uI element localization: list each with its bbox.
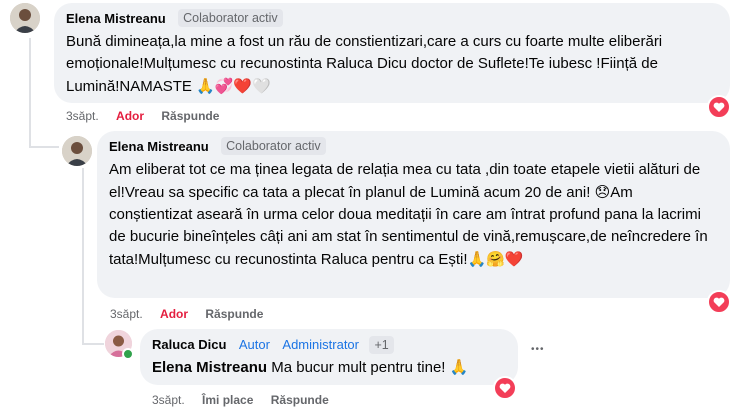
avatar[interactable] [62, 136, 92, 166]
author-badge: Autor [238, 337, 270, 352]
comment-emojis: 🙏 [449, 358, 469, 376]
like-button[interactable]: Îmi place [202, 393, 253, 407]
online-status-indicator [122, 348, 134, 360]
comment-time[interactable]: 3săpt. [110, 307, 143, 321]
mention-link[interactable]: Elena Mistreanu [152, 359, 267, 376]
comment-text: Elena Mistreanu Ma bucur mult pentru tin… [152, 358, 469, 376]
more-options-icon[interactable]: ••• [531, 344, 545, 355]
reply-button[interactable]: Răspunde [161, 109, 219, 123]
comment-bubble: Elena Mistreanu Colaborator activ Bună d… [54, 3, 730, 103]
comment-bubble: Elena Mistreanu Colaborator activ Am eli… [97, 131, 730, 298]
reply-button[interactable]: Răspunde [205, 307, 263, 321]
thread-line-curve-2 [82, 343, 104, 345]
heart-reaction-icon[interactable] [707, 290, 731, 314]
admin-badge: Administrator [282, 337, 359, 352]
comment-actions: 3săpt. Ador Răspunde [110, 307, 277, 321]
reply-button[interactable]: Răspunde [271, 393, 329, 407]
profile-photo-icon [62, 136, 92, 166]
love-button[interactable]: Ador [116, 109, 144, 123]
thread-line [29, 38, 31, 146]
comment-author[interactable]: Elena Mistreanu [109, 139, 209, 154]
comment-emojis: 🙏💞❤️🤍 [196, 77, 271, 95]
contributor-badge: Colaborator activ [178, 9, 283, 27]
profile-photo-icon [10, 3, 40, 33]
comment-text: Am eliberat tot ce ma ținea legata de re… [109, 161, 708, 268]
sad-emoji: 😞 [594, 183, 611, 201]
thread-line-curve [29, 146, 59, 148]
more-badges-count[interactable]: +1 [369, 336, 394, 354]
love-button[interactable]: Ador [160, 307, 188, 321]
comment-time[interactable]: 3săpt. [66, 109, 99, 123]
comment-author[interactable]: Raluca Dicu [152, 337, 226, 352]
heart-reaction-icon[interactable] [493, 376, 517, 400]
avatar[interactable] [10, 3, 40, 33]
comment-bubble: Raluca Dicu Autor Administrator +1 Elena… [140, 329, 518, 385]
comment-emojis: 🙏🤗❤️ [467, 250, 524, 268]
thread-line-2 [82, 168, 84, 344]
comment-actions: 3săpt. Îmi place Răspunde [152, 393, 343, 407]
contributor-badge: Colaborator activ [221, 137, 326, 155]
comment-text: Bună dimineața,la mine a fost un rău de … [66, 33, 663, 95]
comment-author[interactable]: Elena Mistreanu [66, 11, 166, 26]
heart-reaction-icon[interactable] [707, 95, 731, 119]
comment-actions: 3săpt. Ador Răspunde [66, 109, 233, 123]
comment-time[interactable]: 3săpt. [152, 393, 185, 407]
